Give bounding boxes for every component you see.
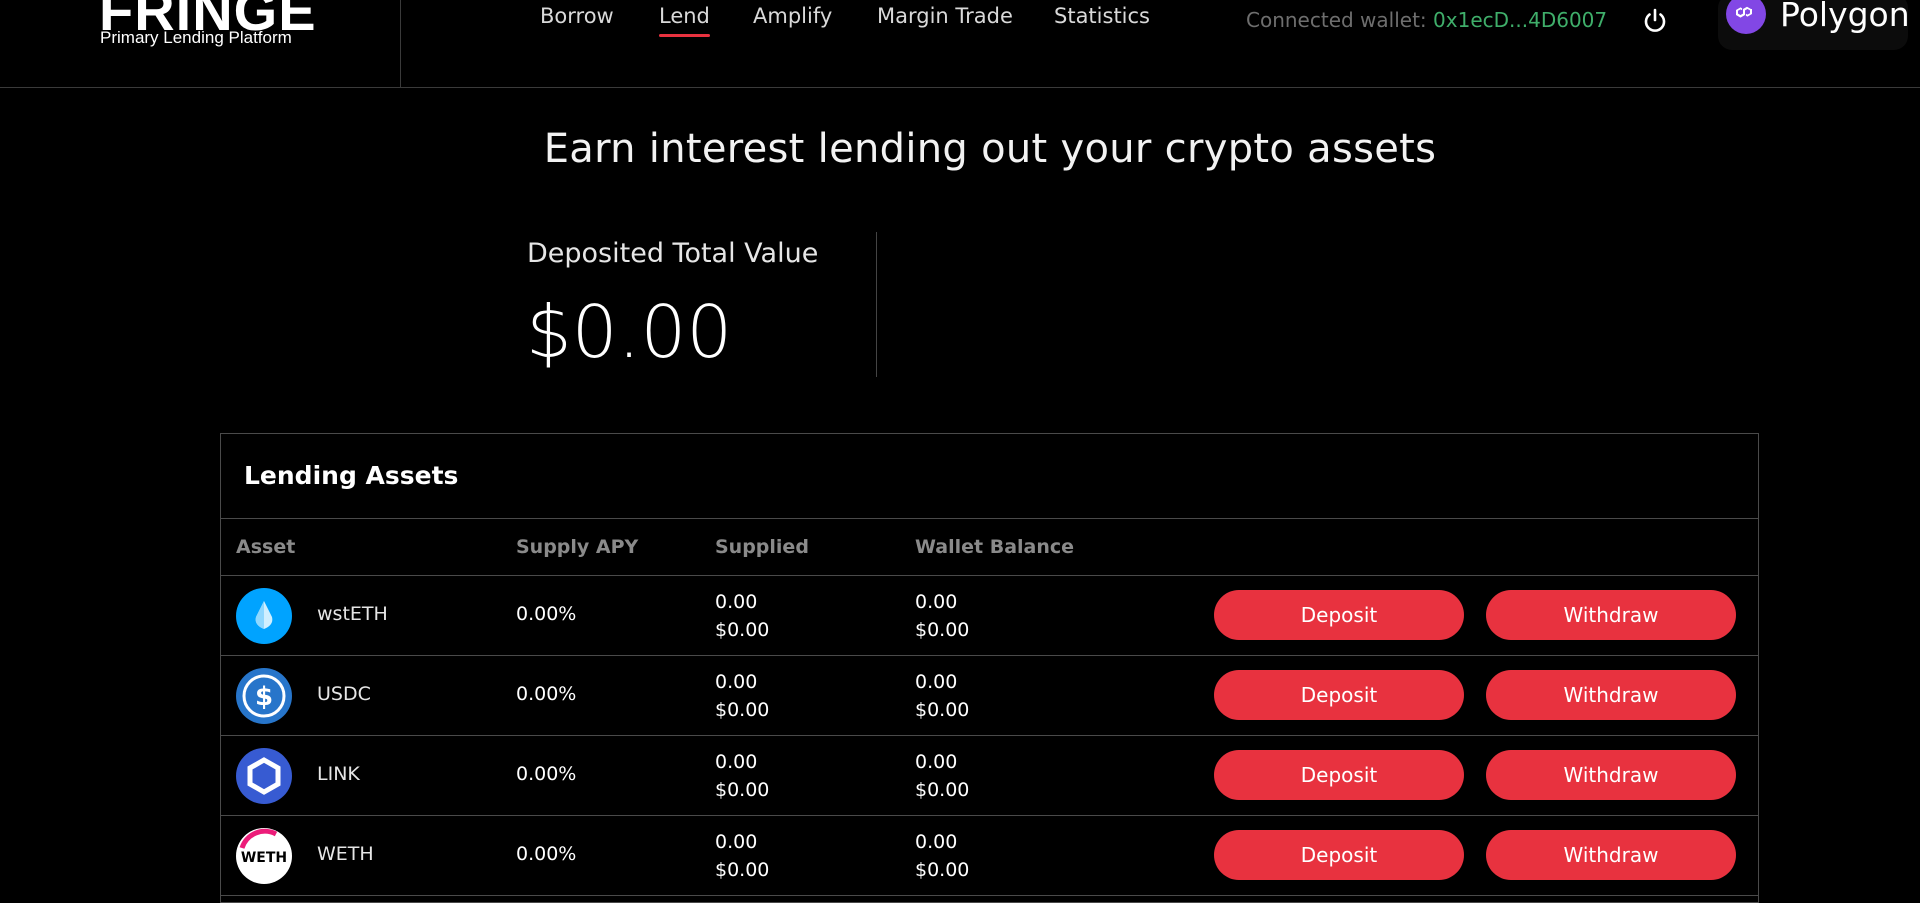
nav-statistics[interactable]: Statistics xyxy=(1054,4,1150,28)
table-row: LINK 0.00% 0.00 $0.00 0.00 $0.00 Deposit… xyxy=(221,736,1758,816)
supplied-usd: $0.00 xyxy=(715,699,770,721)
deposit-button[interactable]: Deposit xyxy=(1214,830,1464,880)
table-header: Asset Supply APY Supplied Wallet Balance xyxy=(221,518,1758,576)
wallet-address[interactable]: 0x1ecD...4D6007 xyxy=(1433,8,1607,32)
power-icon xyxy=(1644,8,1666,32)
logo-tagline: Primary Lending Platform xyxy=(100,28,292,47)
withdraw-button[interactable]: Withdraw xyxy=(1486,670,1736,720)
wallet-balance-amount: 0.00 xyxy=(915,671,958,693)
supplied-amount: 0.00 xyxy=(715,671,758,693)
page-title: Earn interest lending out your crypto as… xyxy=(543,126,1437,172)
asset-name: LINK xyxy=(317,763,360,785)
supply-apy: 0.00% xyxy=(516,603,577,625)
column-header-asset: Asset xyxy=(236,536,296,558)
disconnect-button[interactable] xyxy=(1640,6,1670,36)
asset-name: WETH xyxy=(317,843,374,865)
wallet-balance-amount: 0.00 xyxy=(915,751,958,773)
lending-assets-card: Lending Assets Asset Supply APY Supplied… xyxy=(220,433,1759,903)
table-row: wstETH 0.00% 0.00 $0.00 0.00 $0.00 Depos… xyxy=(221,576,1758,656)
usdc-icon: $ xyxy=(236,668,292,724)
fringe-logo[interactable]: FRINGE Primary Lending Platform xyxy=(99,0,399,88)
wallet-label: Connected wallet: xyxy=(1246,8,1434,32)
deposited-total-value: $0.00 xyxy=(526,290,733,374)
withdraw-button[interactable]: Withdraw xyxy=(1486,590,1736,640)
withdraw-button[interactable]: Withdraw xyxy=(1486,750,1736,800)
asset-name: USDC xyxy=(317,683,371,705)
wallet-balance-usd: $0.00 xyxy=(915,619,970,641)
supply-apy: 0.00% xyxy=(516,683,577,705)
deposited-total-label: Deposited Total Value xyxy=(527,238,819,269)
column-header-supplied: Supplied xyxy=(715,536,809,558)
deposit-button[interactable]: Deposit xyxy=(1214,750,1464,800)
network-label: Polygon xyxy=(1780,0,1910,34)
withdraw-button[interactable]: Withdraw xyxy=(1486,830,1736,880)
supplied-amount: 0.00 xyxy=(715,591,758,613)
wallet-balance-usd: $0.00 xyxy=(915,859,970,881)
wsteth-icon xyxy=(236,588,292,644)
supplied-usd: $0.00 xyxy=(715,779,770,801)
connected-wallet: Connected wallet: 0x1ecD...4D6007 xyxy=(1246,8,1607,32)
nav-margin-trade[interactable]: Margin Trade xyxy=(877,4,1013,28)
nav-borrow[interactable]: Borrow xyxy=(540,4,614,28)
wallet-balance-amount: 0.00 xyxy=(915,591,958,613)
supplied-usd: $0.00 xyxy=(715,619,770,641)
wallet-balance-usd: $0.00 xyxy=(915,779,970,801)
svg-text:$: $ xyxy=(255,682,273,712)
nav-amplify[interactable]: Amplify xyxy=(753,4,832,28)
column-header-supply-apy: Supply APY xyxy=(516,536,639,558)
lending-assets-title: Lending Assets xyxy=(244,461,459,490)
column-header-wallet-balance: Wallet Balance xyxy=(915,536,1075,558)
supplied-amount: 0.00 xyxy=(715,831,758,853)
hero-divider xyxy=(876,232,877,377)
svg-text:WETH: WETH xyxy=(241,850,287,866)
table-row: WETH WETH 0.00% 0.00 $0.00 0.00 $0.00 De… xyxy=(221,816,1758,896)
nav-lend[interactable]: Lend xyxy=(659,4,710,37)
supply-apy: 0.00% xyxy=(516,843,577,865)
header-divider xyxy=(400,0,401,87)
weth-icon: WETH xyxy=(236,828,292,884)
deposit-button[interactable]: Deposit xyxy=(1214,590,1464,640)
wallet-balance-amount: 0.00 xyxy=(915,831,958,853)
supply-apy: 0.00% xyxy=(516,763,577,785)
supplied-amount: 0.00 xyxy=(715,751,758,773)
deposit-button[interactable]: Deposit xyxy=(1214,670,1464,720)
link-icon xyxy=(236,748,292,804)
network-selector[interactable]: Polygon xyxy=(1718,0,1910,50)
supplied-usd: $0.00 xyxy=(715,859,770,881)
asset-name: wstETH xyxy=(317,603,388,625)
polygon-icon xyxy=(1726,0,1766,34)
table-row: $ USDC 0.00% 0.00 $0.00 0.00 $0.00 Depos… xyxy=(221,656,1758,736)
top-header: FRINGE Primary Lending Platform Borrow L… xyxy=(0,0,1920,88)
wallet-balance-usd: $0.00 xyxy=(915,699,970,721)
